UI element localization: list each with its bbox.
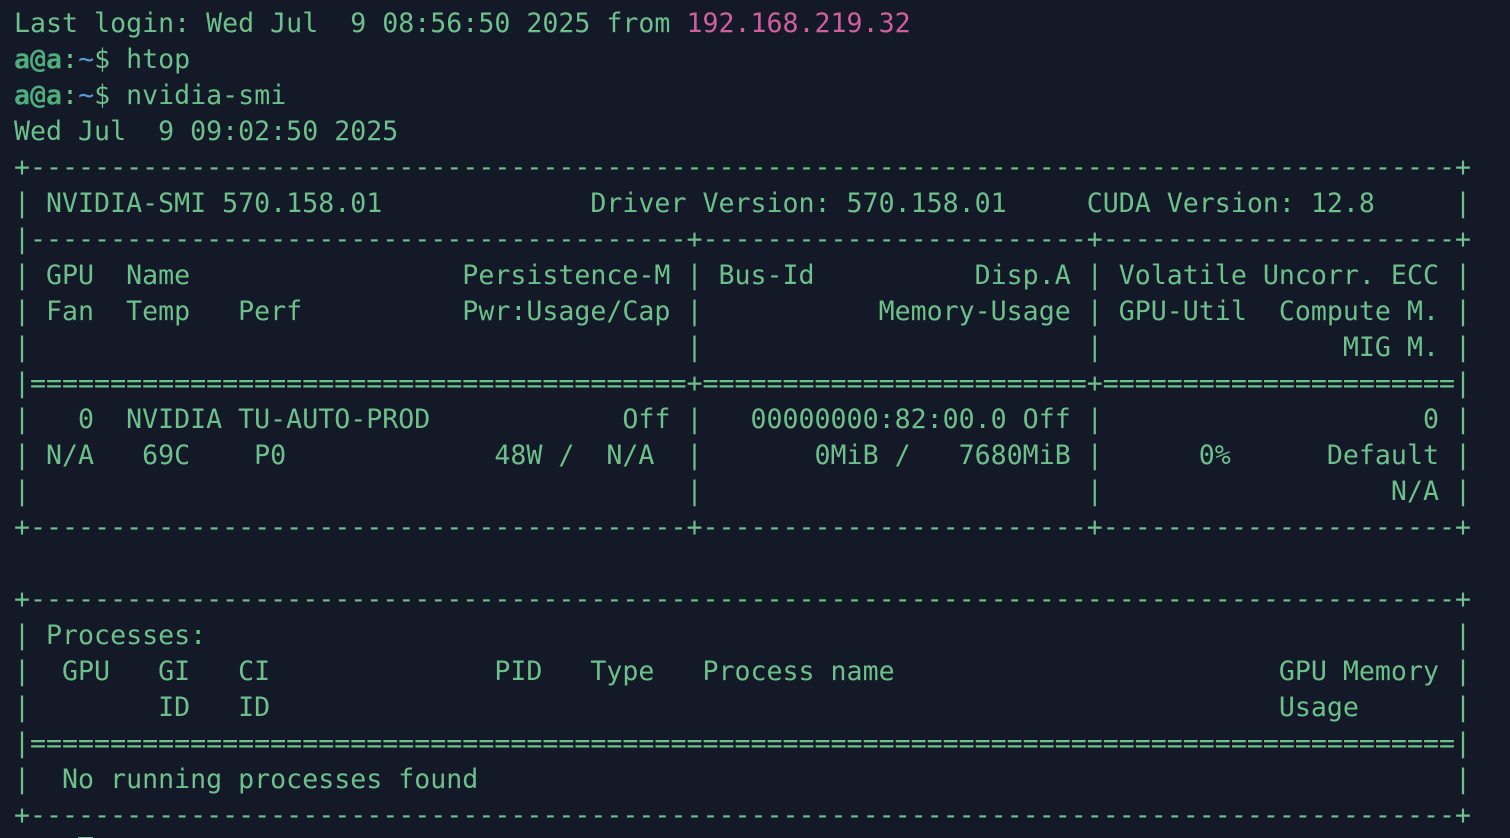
gpu-row: | 0 NVIDIA TU-AUTO-PROD Off | 00000000:8… [14, 404, 1471, 435]
smi-column-header: | GPU Name Persistence-M | Bus-Id Disp.A… [14, 260, 1471, 291]
processes-separator-double: |=======================================… [14, 728, 1471, 759]
prompt-symbol: $ [94, 44, 127, 75]
processes-border-top: +---------------------------------------… [14, 584, 1471, 615]
smi-column-header: | | | MIG M. | [14, 332, 1471, 363]
smi-separator-double: |=======================================… [14, 368, 1471, 399]
prompt-path: ~ [78, 44, 95, 75]
processes-title: | Processes: | [14, 620, 1471, 651]
smi-version-header: | NVIDIA-SMI 570.158.01 Driver Version: … [14, 188, 1471, 219]
smi-column-header: | Fan Temp Perf Pwr:Usage/Cap | Memory-U… [14, 296, 1471, 327]
terminal-window[interactable]: Last login: Wed Jul 9 08:56:50 2025 from… [0, 0, 1510, 838]
smi-border-bottom: +---------------------------------------… [14, 512, 1471, 543]
smi-timestamp: Wed Jul 9 09:02:50 2025 [14, 116, 399, 147]
prompt-separator: : [62, 80, 79, 111]
prompt-symbol: $ [94, 80, 127, 111]
prompt-separator: : [62, 44, 79, 75]
prompt-user: a@a [14, 80, 63, 111]
prompt-path: ~ [78, 80, 95, 111]
command-text: htop [126, 44, 191, 75]
processes-column-header: | GPU GI CI PID Type Process name GPU Me… [14, 656, 1471, 687]
last-login-line: Last login: Wed Jul 9 08:56:50 2025 from… [14, 6, 1510, 42]
gpu-row: | N/A 69C P0 48W / N/A | 0MiB / 7680MiB … [14, 440, 1471, 471]
last-login-ip: 192.168.219.32 [686, 8, 911, 39]
processes-border-bottom: +---------------------------------------… [14, 800, 1471, 831]
last-login-text: Last login: Wed Jul 9 08:56:50 2025 from [14, 8, 687, 39]
command-text: nvidia-smi [126, 80, 287, 111]
smi-border-top: +---------------------------------------… [14, 152, 1471, 183]
processes-column-header: | ID ID Usage | [14, 692, 1471, 723]
smi-separator: |---------------------------------------… [14, 224, 1471, 255]
command-line-htop: a@a:~$ htop [14, 42, 1510, 78]
command-line-nvidia-smi: a@a:~$ nvidia-smi [14, 78, 1510, 114]
processes-empty-row: | No running processes found | [14, 764, 1471, 795]
gpu-row: | | | N/A | [14, 476, 1471, 507]
cursor-line [14, 834, 1510, 838]
prompt-user: a@a [14, 44, 63, 75]
